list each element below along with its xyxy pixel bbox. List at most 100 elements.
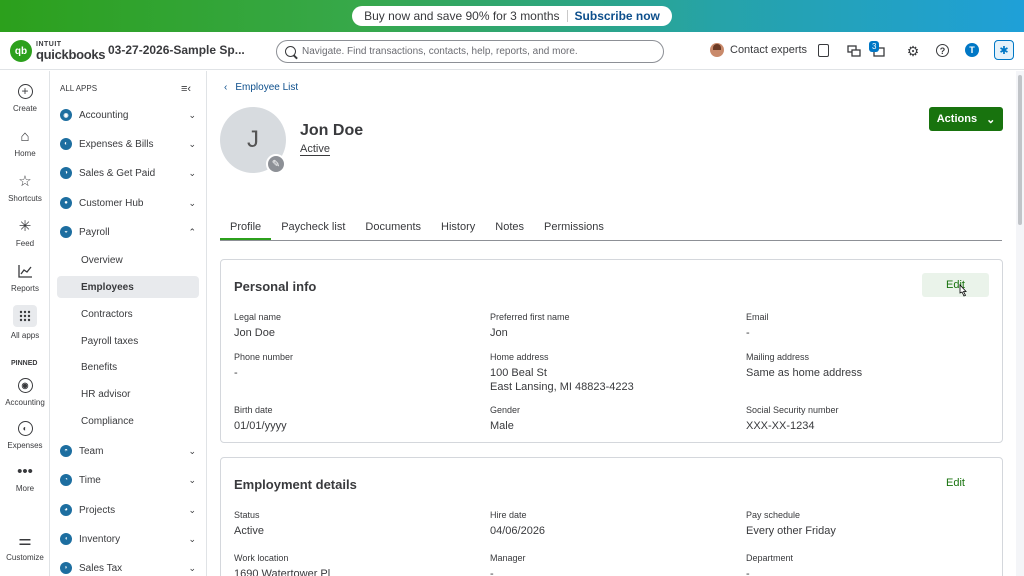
field-email: Email -	[746, 312, 769, 340]
field-value: Active	[234, 525, 264, 537]
back-to-employee-list[interactable]: ‹ Employee List	[224, 82, 298, 93]
notification-count: 3	[869, 41, 880, 52]
chevron-down-icon: ⌄	[188, 138, 196, 149]
rail-item-home[interactable]: ⌂ Home	[0, 127, 50, 159]
global-search[interactable]	[276, 40, 664, 63]
tab-profile[interactable]: Profile	[220, 219, 272, 240]
rail-item-shortcuts[interactable]: ☆ Shortcuts	[0, 172, 50, 203]
rail-item-more[interactable]: ••• More	[0, 462, 50, 494]
nav-item-accounting[interactable]: ◉ Accounting ⌄	[60, 104, 202, 126]
help-icon[interactable]: ?	[936, 44, 949, 57]
pencil-icon[interactable]: ✎	[266, 154, 286, 174]
field-value: 04/06/2026	[490, 525, 546, 537]
nav-item-team[interactable]: ◓ Team ⌄	[60, 440, 202, 462]
sub-item-employees[interactable]: Employees	[57, 276, 199, 298]
sub-item-hr-advisor[interactable]: HR advisor	[57, 383, 199, 405]
employment-details-card: Employment details Edit Status Active Hi…	[220, 457, 1003, 576]
nav-item-time[interactable]: ◔ Time ⌄	[60, 469, 202, 491]
tab-history[interactable]: History	[431, 219, 485, 240]
rail-item-reports[interactable]: Reports	[0, 262, 50, 293]
field-value: -	[234, 367, 238, 379]
quickbooks-logo[interactable]: qb INTUIT quickbooks	[10, 40, 106, 62]
chevron-down-icon: ⌄	[188, 167, 196, 178]
sub-item-benefits[interactable]: Benefits	[57, 356, 199, 378]
expenses-icon: ◐	[16, 419, 34, 437]
field-value-line2: East Lansing, MI 48823-4223	[490, 381, 634, 393]
tab-permissions[interactable]: Permissions	[534, 219, 614, 240]
rail-item-create[interactable]: + Create	[0, 82, 50, 113]
nav-item-payroll[interactable]: ◒ Payroll ⌃	[60, 221, 202, 243]
edit-personal-info-button[interactable]: Edit	[922, 273, 989, 297]
sales-app-icon: ◑	[60, 167, 72, 179]
app-navigation: ALL APPS ≡‹ ◉ Accounting ⌄ ◐ Expenses & …	[51, 71, 207, 576]
rail-label: Create	[12, 104, 37, 113]
field-value: -	[746, 327, 750, 339]
field-label: Pay schedule	[746, 510, 801, 520]
chevron-down-icon: ⌄	[188, 533, 196, 544]
chevron-down-icon: ⌄	[188, 445, 196, 456]
field-label: Preferred first name	[490, 312, 570, 322]
field-ssn: Social Security number XXX-XX-1234	[746, 405, 839, 433]
sales-tax-app-icon: ◗	[60, 562, 72, 574]
rail-item-accounting[interactable]: ◉ Accounting	[0, 376, 50, 407]
nav-label: Inventory	[79, 533, 121, 545]
tab-documents[interactable]: Documents	[355, 219, 431, 240]
time-app-icon: ◔	[60, 474, 72, 486]
nav-label: Projects	[79, 504, 116, 516]
promo-divider	[566, 10, 568, 22]
tab-notes[interactable]: Notes	[485, 219, 534, 240]
collapse-menu-icon[interactable]: ≡‹	[181, 83, 191, 95]
employee-status[interactable]: Active	[300, 143, 330, 156]
nav-item-inventory[interactable]: ◖ Inventory ⌄	[60, 528, 202, 550]
logo-quickbooks-text: quickbooks	[36, 47, 106, 62]
customer-hub-app-icon: ●	[60, 197, 72, 209]
chevron-down-icon: ⌄	[188, 109, 196, 120]
rail-label: All apps	[10, 331, 40, 340]
profile-tabs: Profile Paycheck list Documents History …	[220, 219, 1002, 241]
rail-item-feed[interactable]: ✳ Feed	[0, 217, 50, 248]
chevron-down-icon: ⌄	[188, 562, 196, 573]
search-input[interactable]	[302, 46, 662, 57]
actions-button[interactable]: Actions ⌄	[929, 107, 1003, 131]
sub-item-compliance[interactable]: Compliance	[57, 410, 199, 432]
rail-item-expenses[interactable]: ◐ Expenses	[0, 419, 50, 450]
rail-label: Feed	[15, 239, 35, 248]
sub-item-overview[interactable]: Overview	[57, 249, 199, 271]
nav-item-projects[interactable]: ◕ Projects ⌄	[60, 499, 202, 521]
nav-label: Sales Tax	[79, 562, 123, 574]
nav-item-expenses-bills[interactable]: ◐ Expenses & Bills ⌄	[60, 133, 202, 155]
field-label: Legal name	[234, 312, 282, 322]
pinned-heading: PINNED	[11, 360, 38, 367]
sub-item-payroll-taxes[interactable]: Payroll taxes	[57, 330, 199, 352]
rail-item-all-apps[interactable]: All apps	[0, 305, 50, 340]
company-name[interactable]: 03-27-2026-Sample Sp...	[108, 43, 245, 57]
nav-item-customer-hub[interactable]: ● Customer Hub ⌄	[60, 192, 202, 214]
employment-details-title: Employment details	[234, 477, 357, 492]
promo-banner: Buy now and save 90% for 3 months Subscr…	[0, 0, 1024, 32]
nav-item-sales-get-paid[interactable]: ◑ Sales & Get Paid ⌄	[60, 162, 202, 184]
assistant-icon[interactable]: ✱	[994, 40, 1014, 60]
contact-experts-button[interactable]: Contact experts	[710, 43, 807, 57]
main-content: ‹ Employee List J ✎ Jon Doe Active Actio…	[208, 71, 1016, 576]
promo-pill[interactable]: Buy now and save 90% for 3 months Subscr…	[352, 6, 672, 26]
sub-item-contractors[interactable]: Contractors	[57, 303, 199, 325]
subscribe-now-link[interactable]: Subscribe now	[575, 9, 660, 23]
nav-label: Payroll	[79, 226, 110, 238]
scrollbar-thumb[interactable]	[1018, 75, 1022, 225]
expenses-app-icon: ◐	[60, 138, 72, 150]
nav-item-sales-tax[interactable]: ◗ Sales Tax ⌄	[60, 557, 202, 576]
chevron-down-icon: ⌄	[188, 474, 196, 485]
rail-label: Shortcuts	[8, 194, 42, 203]
rail-item-customize[interactable]: ⚌ Customize	[0, 531, 50, 562]
expert-avatar-icon	[710, 43, 724, 57]
plus-circle-icon: +	[16, 82, 34, 100]
actions-label: Actions	[936, 113, 978, 125]
user-avatar[interactable]: T	[965, 43, 979, 57]
gear-icon[interactable]: ⚙	[906, 43, 920, 59]
chat-icon[interactable]	[847, 44, 861, 58]
edit-employment-button[interactable]: Edit	[922, 471, 989, 495]
clipboard-icon[interactable]	[818, 44, 829, 57]
page-scrollbar[interactable]	[1016, 71, 1024, 576]
projects-app-icon: ◕	[60, 504, 72, 516]
tab-paycheck-list[interactable]: Paycheck list	[271, 219, 355, 240]
